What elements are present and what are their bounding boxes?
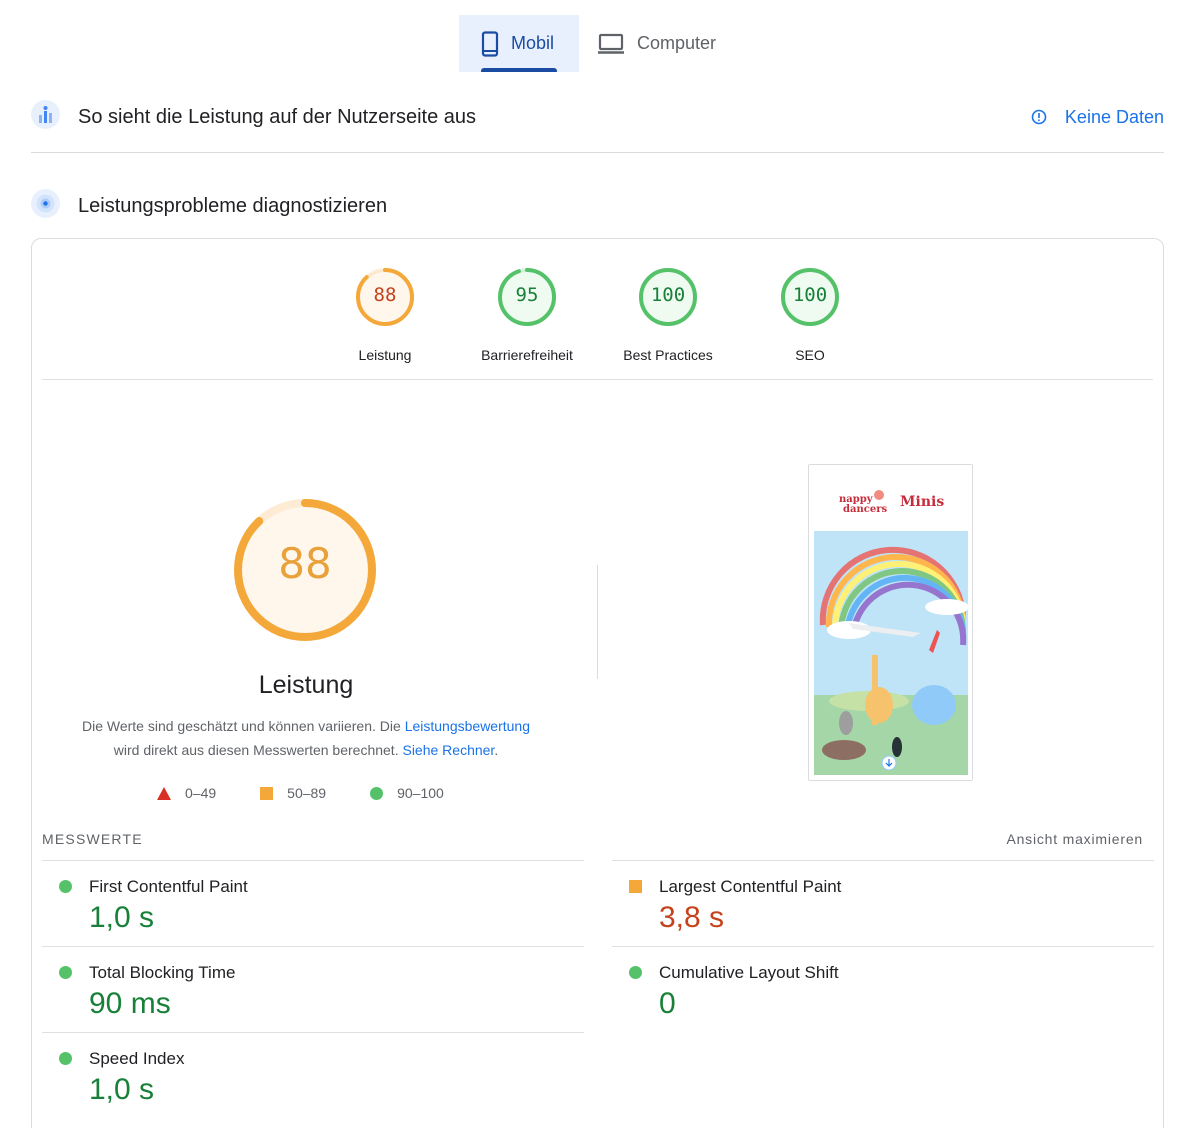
good-indicator-icon (629, 966, 642, 979)
performance-score: 88 (278, 539, 332, 588)
calculator-link[interactable]: Siehe Rechner (402, 742, 494, 758)
metric-si: Speed Index 1,0 s (42, 1032, 584, 1118)
performance-description: Die Werte sind geschätzt und können vari… (62, 714, 550, 762)
legend-good: 90–100 (370, 785, 444, 801)
good-indicator-icon (59, 1052, 72, 1065)
field-data-header: So sieht die Leistung auf der Nutzerseit… (31, 98, 1164, 136)
info-icon (1031, 109, 1047, 125)
score-link[interactable]: Leistungsbewertung (405, 718, 530, 734)
page-screenshot[interactable]: nappy dancers Minis (808, 464, 973, 781)
no-data-link[interactable]: Keine Daten (1031, 107, 1164, 128)
score-legend: 0–49 50–89 90–100 (157, 785, 488, 801)
metric-value: 90 ms (89, 987, 171, 1020)
gauge-label: SEO (795, 347, 825, 363)
gauge-accessibility[interactable]: 95 Barrierefreiheit (457, 267, 597, 363)
legend-average: 50–89 (260, 785, 326, 801)
circle-icon (370, 786, 384, 800)
brand-logo-text: dancers (843, 504, 887, 515)
gauge-score: 88 (373, 284, 397, 306)
square-icon (260, 786, 274, 800)
metric-value: 1,0 s (89, 901, 155, 934)
gauge-seo[interactable]: 100 SEO (740, 267, 880, 363)
triangle-icon (157, 786, 171, 800)
legend-poor-label: 0–49 (185, 785, 217, 801)
gauge-label: Leistung (358, 347, 412, 363)
legend-poor: 0–49 (157, 785, 216, 801)
good-indicator-icon (59, 880, 72, 893)
metric-name: Speed Index (89, 1049, 185, 1068)
tab-desktop-label: Computer (637, 33, 717, 53)
laptop-icon (597, 33, 625, 55)
metrics-column-right: Largest Contentful Paint 3,8 s Cumulativ… (612, 860, 1154, 1032)
gauge-score: 100 (650, 284, 686, 306)
vertical-divider (597, 565, 598, 679)
phone-icon (481, 30, 499, 57)
metrics-column-left: First Contentful Paint 1,0 s Total Block… (42, 860, 584, 1118)
desc-text: wird direkt aus diesen Messwerten berech… (113, 742, 403, 758)
gauge-label: Barrierefreiheit (481, 347, 573, 363)
legend-average-label: 50–89 (287, 785, 327, 801)
desc-text: . (494, 742, 499, 758)
field-data-title: So sieht die Leistung auf der Nutzerseit… (78, 105, 477, 128)
legend-good-label: 90–100 (397, 785, 444, 801)
gauge-performance[interactable]: 88 Leistung (315, 267, 455, 363)
device-tabs: Mobil Computer (459, 15, 736, 72)
score-gauges: 88 Leistung 95 Barrierefreiheit 100 Best… (32, 267, 1163, 367)
metric-fcp: First Contentful Paint 1,0 s (42, 860, 584, 946)
desc-text: Die Werte sind geschätzt und können vari… (81, 718, 405, 734)
tab-mobile-label: Mobil (511, 33, 555, 53)
metric-name: Cumulative Layout Shift (659, 963, 839, 982)
performance-label: Leistung (258, 671, 354, 699)
metric-name: Total Blocking Time (89, 963, 236, 982)
metrics-title: MESSWERTE (42, 831, 143, 847)
brand-logo-text: Minis (900, 494, 944, 510)
expand-view-button[interactable]: Ansicht maximieren (1006, 831, 1143, 847)
metric-value: 0 (659, 987, 676, 1020)
lighthouse-icon (31, 189, 60, 223)
metric-name: Largest Contentful Paint (659, 877, 842, 896)
gauges-divider (42, 379, 1153, 380)
gauge-label: Best Practices (623, 347, 713, 363)
metric-cls: Cumulative Layout Shift 0 (612, 946, 1154, 1032)
metric-tbt: Total Blocking Time 90 ms (42, 946, 584, 1032)
report-card: 88 Leistung 95 Barrierefreiheit 100 Best… (31, 238, 1164, 1128)
metric-value: 1,0 s (89, 1073, 155, 1106)
metric-name: First Contentful Paint (89, 877, 248, 896)
gauge-score: 95 (515, 284, 539, 306)
gauge-best-practices[interactable]: 100 Best Practices (598, 267, 738, 363)
gauge-score: 100 (792, 284, 828, 306)
section-divider (31, 152, 1164, 153)
tab-desktop[interactable]: Computer (579, 15, 736, 72)
metric-lcp: Largest Contentful Paint 3,8 s (612, 860, 1154, 946)
screenshot-image: nappy dancers Minis (809, 465, 972, 780)
good-indicator-icon (59, 966, 72, 979)
crux-icon (31, 100, 60, 134)
average-indicator-icon (629, 880, 642, 893)
performance-gauge: 88 (232, 497, 378, 643)
metric-value: 3,8 s (659, 901, 725, 934)
tab-mobile[interactable]: Mobil (459, 15, 579, 72)
diagnose-header: Leistungsprobleme diagnostizieren (31, 187, 1164, 225)
no-data-label: Keine Daten (1064, 106, 1164, 127)
diagnose-title: Leistungsprobleme diagnostizieren (78, 194, 388, 217)
